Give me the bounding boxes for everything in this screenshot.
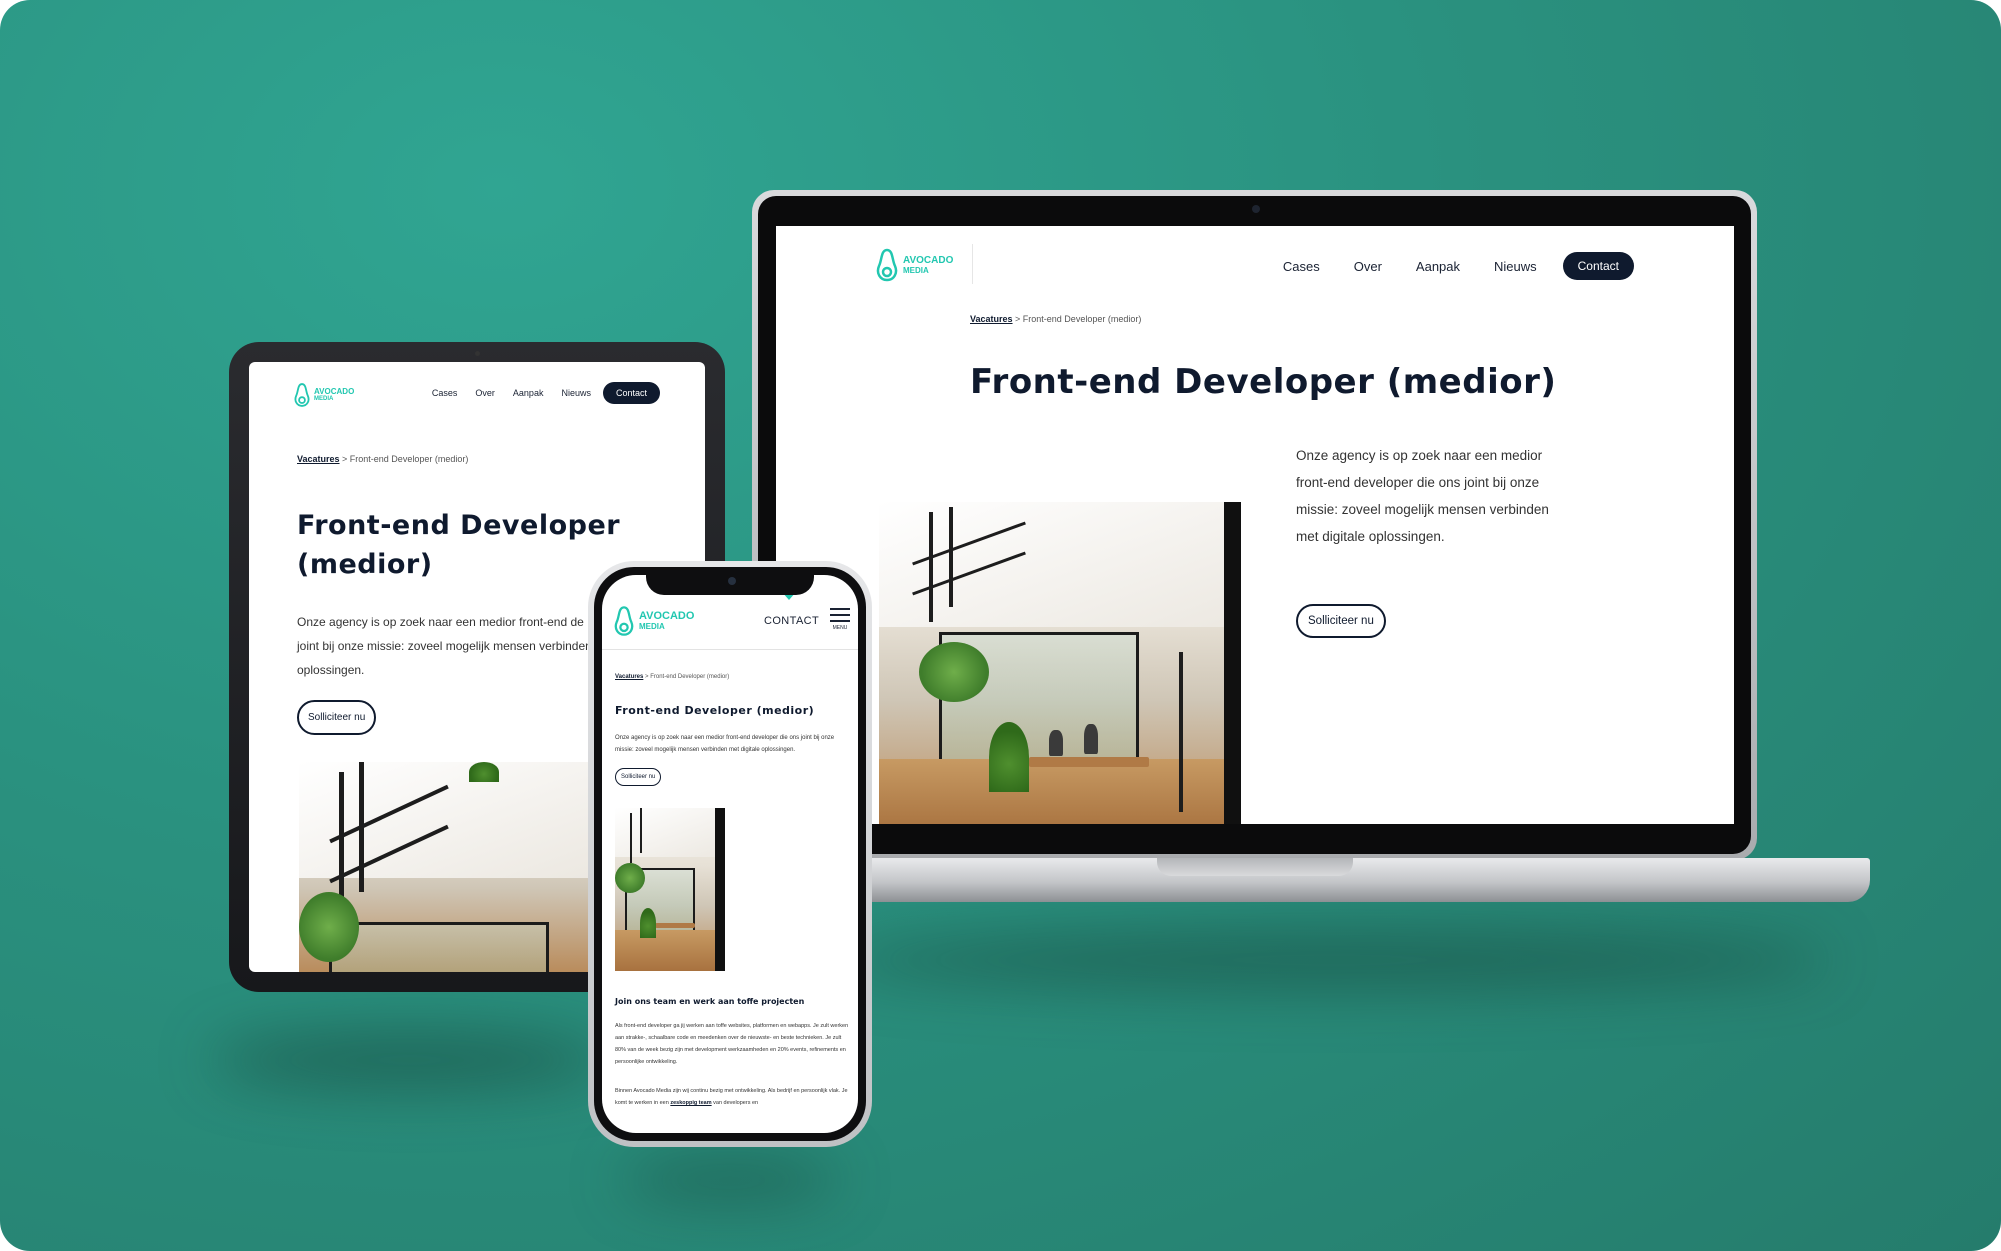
intro-line: front-end developer die ons joint bij on… — [1296, 475, 1540, 490]
logo[interactable]: AVOCADO MEDIA — [294, 382, 354, 408]
intro-line: Onze agency is op zoek naar een medior f… — [297, 615, 584, 629]
main-nav: Cases Over Aanpak Nieuws Contact — [432, 382, 660, 404]
apply-button[interactable]: Solliciteer nu — [297, 700, 377, 735]
logo[interactable]: AVOCADO MEDIA — [876, 248, 953, 282]
nav-item-cases[interactable]: Cases — [1283, 259, 1320, 274]
camera-icon — [728, 577, 736, 585]
title-line: Front-end Developer — [297, 510, 621, 541]
intro-text: Onze agency is op zoek naar een medior f… — [1296, 442, 1549, 550]
intro-line: oplossingen. — [297, 663, 365, 677]
contact-button[interactable]: Contact — [602, 382, 660, 404]
office-photo — [879, 502, 1241, 824]
nav-item-over[interactable]: Over — [475, 388, 495, 398]
avocado-logo-icon — [614, 606, 634, 636]
breadcrumb: Vacatures > Front-end Developer (medior) — [297, 454, 468, 464]
hamburger-icon — [830, 608, 850, 622]
intro-line: missie: zoveel mogelijk mensen verbinden — [1296, 502, 1549, 517]
mockup-scene: AVOCADO MEDIA Cases Over Aanpak Nieuws C… — [0, 0, 2001, 1251]
intro-line: met digitale oplossingen. — [1296, 529, 1445, 544]
intro-line: joint bij onze missie: zoveel mogelijk m… — [297, 639, 592, 653]
title-line: (medior) — [297, 549, 433, 580]
team-link[interactable]: zeskoppig team — [670, 1100, 711, 1106]
breadcrumb: Vacatures > Front-end Developer (medior) — [970, 314, 1141, 324]
body-paragraph: Binnen Avocado Media zijn wij continu be… — [615, 1085, 849, 1109]
body-paragraph: Als front-end developer ga jij werken aa… — [615, 1023, 849, 1065]
breadcrumb-current: > Front-end Developer (medior) — [339, 454, 469, 464]
phone-screen: AVOCADO MEDIA CONTACT MENU Vacatures > F… — [602, 575, 858, 1133]
breadcrumb-current: > Front-end Developer (medior) — [1012, 314, 1142, 324]
camera-icon — [1252, 205, 1260, 213]
nav-item-cases[interactable]: Cases — [432, 388, 458, 398]
apply-button[interactable]: Solliciteer nu — [1296, 604, 1386, 638]
avocado-logo-icon — [876, 248, 898, 282]
intro-text: Onze agency is op zoek naar een medior f… — [615, 735, 835, 753]
logo-line1: AVOCADO — [903, 254, 954, 266]
main-nav: Cases Over Aanpak Nieuws Contact — [1283, 252, 1634, 280]
phone-shadow — [620, 1160, 840, 1200]
page-title: Front-end Developer (medior) — [615, 704, 815, 717]
camera-icon — [475, 351, 480, 356]
avocado-logo-icon — [294, 383, 310, 407]
laptop-screen: AVOCADO MEDIA Cases Over Aanpak Nieuws C… — [776, 226, 1734, 824]
paragraph-text: van developers en — [711, 1100, 759, 1106]
breadcrumb-link[interactable]: Vacatures — [297, 454, 340, 464]
logo-text: AVOCADO MEDIA — [903, 254, 954, 275]
apply-button[interactable]: Solliciteer nu — [615, 768, 662, 786]
office-photo — [299, 762, 589, 972]
header-divider — [602, 649, 858, 650]
laptop-notch — [1157, 858, 1353, 876]
logo-text: AVOCADO MEDIA — [314, 387, 355, 403]
section-title: Join ons team en werk aan toffe projecte… — [615, 997, 805, 1006]
menu-button[interactable]: MENU — [830, 608, 850, 631]
intro-text: Onze agency is op zoek naar een medior f… — [297, 610, 592, 682]
logo-line1: AVOCADO — [314, 387, 355, 396]
nav-item-over[interactable]: Over — [1354, 259, 1382, 274]
tablet-shadow — [210, 1030, 610, 1090]
nav-item-aanpak[interactable]: Aanpak — [513, 388, 544, 398]
logo-line2: MEDIA — [314, 396, 334, 402]
intro-line: Onze agency is op zoek naar een medior — [1296, 448, 1543, 463]
office-photo — [615, 808, 725, 971]
breadcrumb-link[interactable]: Vacatures — [615, 674, 643, 680]
logo-line2: MEDIA — [639, 622, 665, 631]
contact-button[interactable]: Contact — [1562, 252, 1634, 280]
logo-divider — [972, 244, 973, 284]
logo-line2: MEDIA — [903, 265, 929, 275]
nav-item-nieuws[interactable]: Nieuws — [561, 388, 591, 398]
logo-line1: AVOCADO — [639, 610, 695, 622]
page-title: Front-end Developer (medior) — [297, 506, 620, 584]
page-title: Front-end Developer (medior) — [970, 362, 1557, 402]
breadcrumb-current: > Front-end Developer (medior) — [643, 674, 730, 680]
nav-item-nieuws[interactable]: Nieuws — [1494, 259, 1537, 274]
laptop-shadow — [830, 930, 1830, 990]
contact-link[interactable]: CONTACT — [764, 615, 819, 627]
logo[interactable]: AVOCADO MEDIA — [614, 605, 694, 637]
menu-label: MENU — [832, 625, 848, 631]
logo-text: AVOCADO MEDIA — [639, 611, 694, 631]
breadcrumb: Vacatures > Front-end Developer (medior) — [615, 674, 729, 680]
nav-item-aanpak[interactable]: Aanpak — [1416, 259, 1460, 274]
breadcrumb-link[interactable]: Vacatures — [970, 314, 1013, 324]
